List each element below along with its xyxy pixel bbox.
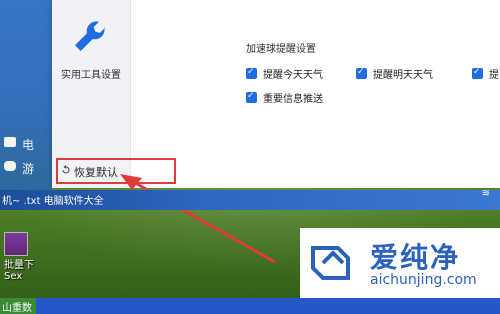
option-partial[interactable]: 提 bbox=[472, 66, 499, 81]
refresh-icon bbox=[62, 165, 70, 174]
arrow-icon bbox=[120, 174, 276, 264]
wifi-icon: ≋ bbox=[481, 188, 490, 199]
option-today-weather[interactable]: 提醒今天天气 bbox=[246, 66, 323, 81]
taskbar: 山重数 bbox=[0, 298, 500, 314]
checkbox-icon[interactable] bbox=[356, 67, 367, 79]
left-side-panel: 电 游 bbox=[0, 0, 52, 190]
start-button[interactable]: 山重数 bbox=[0, 298, 36, 314]
watermark-icon bbox=[311, 246, 350, 280]
app-toolbar-strip: 机~ .txt 电脑软件大全 bbox=[0, 190, 500, 210]
watermark-logo: 爱纯净 aichunjing.com bbox=[300, 228, 500, 298]
option-important-push[interactable]: 重要信息推送 bbox=[246, 90, 323, 105]
gamepad-icon bbox=[4, 161, 16, 171]
checkbox-icon[interactable] bbox=[246, 67, 257, 79]
nav-item-tools-settings[interactable]: 实用工具设置 bbox=[60, 66, 122, 81]
section-title: 加速球提醒设置 bbox=[246, 44, 316, 55]
desktop-icon-winrar[interactable]: 批量下 Sex bbox=[4, 232, 34, 282]
toolbox-icon bbox=[4, 137, 16, 147]
left-item-1[interactable]: 电 bbox=[4, 136, 34, 153]
checkbox-icon[interactable] bbox=[246, 91, 257, 103]
settings-content: 加速球提醒设置 提醒今天天气 提醒明天天气 提 重要信息推送 bbox=[130, 0, 500, 188]
wrench-icon bbox=[75, 21, 105, 51]
left-item-2[interactable]: 游 bbox=[4, 160, 34, 177]
winrar-icon bbox=[4, 232, 28, 256]
settings-dialog: 实用工具设置 加速球提醒设置 提醒今天天气 提醒明天天气 提 重要信息推送 恢复… bbox=[52, 0, 500, 188]
option-tomorrow-weather[interactable]: 提醒明天天气 bbox=[356, 66, 433, 81]
checkbox-icon[interactable] bbox=[472, 67, 483, 79]
